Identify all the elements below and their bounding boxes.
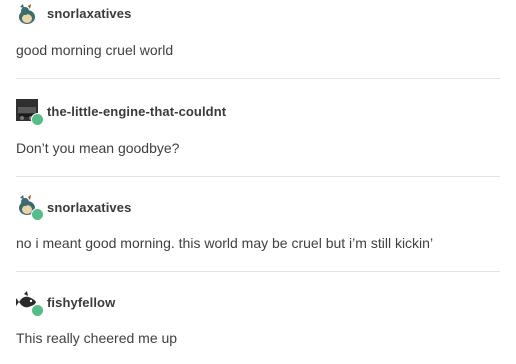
reblog-badge-icon: [31, 113, 44, 126]
reblog-badge-icon: [31, 304, 44, 317]
post-username[interactable]: fishyfellow: [47, 295, 115, 310]
reblog-badge-icon: [31, 208, 44, 221]
post-text: good morning cruel world: [16, 42, 174, 58]
post-username[interactable]: the-little-engine-that-couldnt: [47, 104, 226, 119]
post-text: Don’t you mean goodbye?: [16, 140, 180, 156]
post-text: no i meant good morning. this world may …: [16, 235, 434, 251]
divider: [16, 271, 500, 272]
post-username[interactable]: snorlaxatives: [47, 200, 131, 215]
divider: [16, 78, 500, 79]
post-username[interactable]: snorlaxatives: [47, 6, 131, 21]
post-text: This really cheered me up: [16, 330, 178, 346]
divider: [16, 176, 500, 177]
snorlax-avatar-icon[interactable]: [16, 3, 38, 25]
